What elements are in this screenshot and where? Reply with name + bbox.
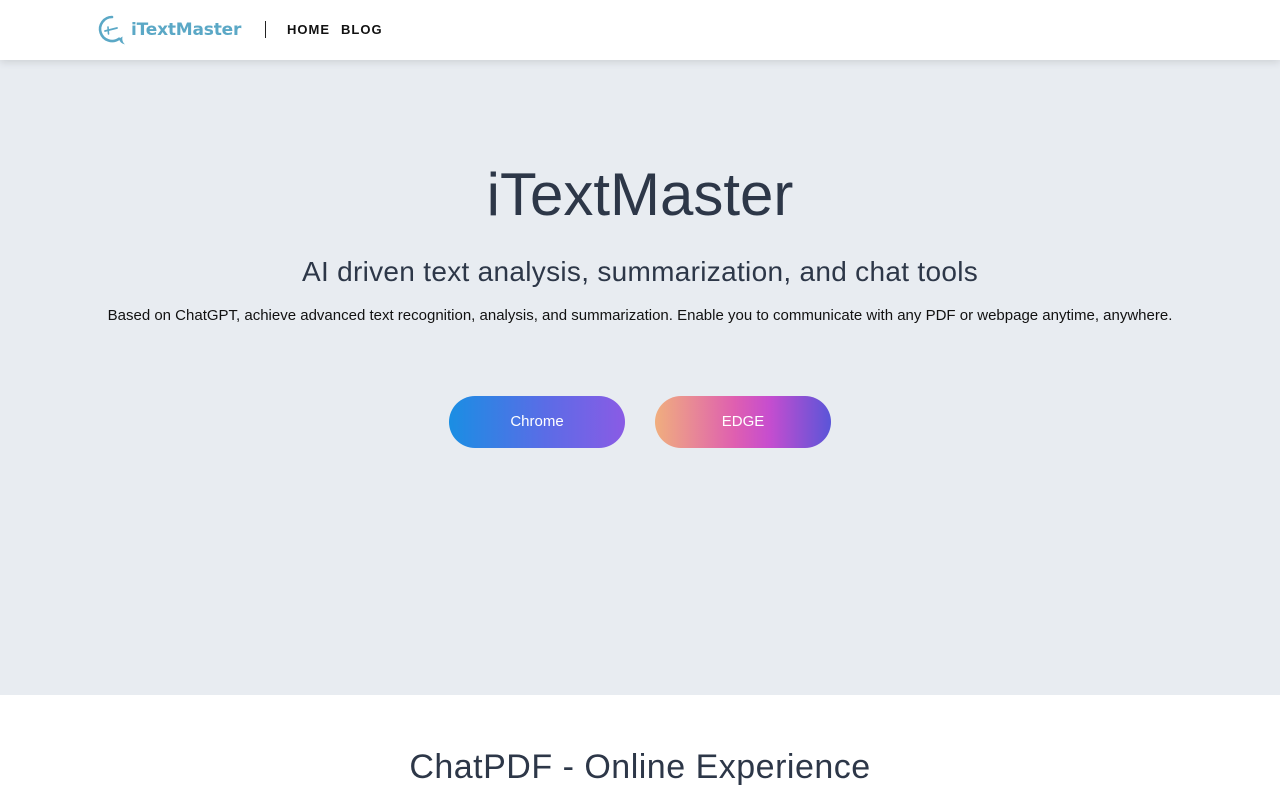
chrome-download-button[interactable]: Chrome bbox=[449, 396, 625, 448]
logo-text: iTextMaster bbox=[131, 20, 242, 40]
main-nav: HOME BLOG bbox=[287, 22, 383, 38]
chatpdf-section: ChatPDF - Online Experience bbox=[0, 695, 1280, 800]
section-title: ChatPDF - Online Experience bbox=[409, 748, 871, 786]
nav-divider bbox=[265, 21, 266, 38]
hero-description: Based on ChatGPT, achieve advanced text … bbox=[107, 307, 1173, 324]
logo-link[interactable]: iTextMaster bbox=[97, 13, 241, 47]
hero-subtitle: AI driven text analysis, summarization, … bbox=[301, 256, 979, 287]
nav-link-blog[interactable]: BLOG bbox=[341, 22, 383, 38]
hero-section: iTextMaster AI driven text analysis, sum… bbox=[0, 60, 1280, 695]
top-navbar: iTextMaster HOME BLOG bbox=[0, 0, 1280, 60]
chat-bubble-logo-icon bbox=[98, 15, 125, 45]
nav-link-home[interactable]: HOME bbox=[287, 22, 330, 38]
edge-download-button[interactable]: EDGE bbox=[655, 396, 831, 448]
hero-title: iTextMaster bbox=[486, 161, 794, 228]
